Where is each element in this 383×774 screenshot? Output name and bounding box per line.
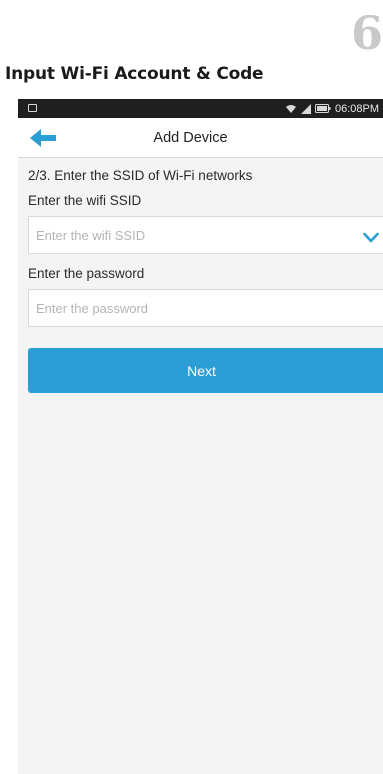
battery-icon [314,104,331,113]
status-time: 06:08PM [334,102,379,115]
ssid-dropdown-button[interactable] [363,229,379,243]
status-bar: 06:08PM [18,99,383,118]
ssid-label: Enter the wifi SSID [28,193,142,208]
phone-screen: 06:08PM Add Device 2/3. Enter the SSID o… [18,99,383,774]
step-number: 6 [350,6,383,60]
header-title: Add Device [153,129,228,146]
back-button[interactable] [30,128,56,148]
password-field [28,289,383,327]
password-label: Enter the password [28,266,145,281]
form-content: 2/3. Enter the SSID of Wi-Fi networks En… [18,158,383,393]
notification-icon [28,103,37,112]
app-header: Add Device [18,118,383,158]
password-input[interactable] [36,300,316,316]
next-button[interactable]: Next [28,348,383,393]
ssid-field [28,216,383,254]
page-title: Input Wi-Fi Account & Code [5,64,264,84]
chevron-down-icon [363,232,379,243]
back-arrow-icon [30,129,56,147]
wifi-icon [285,104,296,113]
ssid-input[interactable] [36,227,316,243]
signal-icon [300,103,311,114]
step-instructions: 2/3. Enter the SSID of Wi-Fi networks [28,168,253,183]
